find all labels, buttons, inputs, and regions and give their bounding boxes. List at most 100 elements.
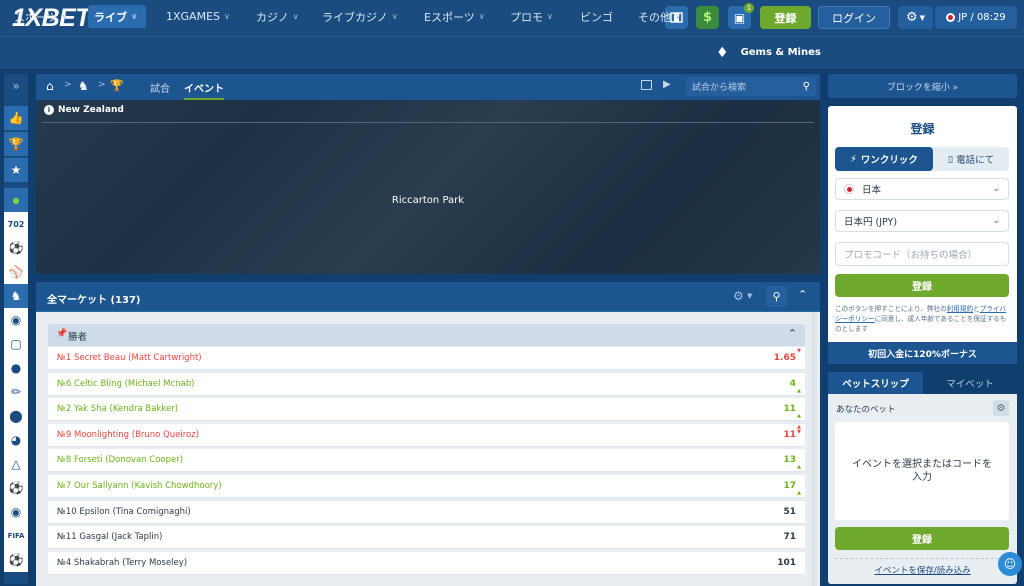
register-button[interactable]: 登録	[760, 6, 811, 29]
currency-select[interactable]: 日本円 (JPY) ⌄	[835, 210, 1009, 232]
runner-odds[interactable]: 11	[783, 430, 796, 440]
phone-icon: ▯	[947, 153, 954, 165]
cricket-icon[interactable]: ✏	[4, 380, 28, 404]
tv-icon[interactable]	[641, 80, 652, 90]
horse-racing-icon[interactable]: ♞	[4, 284, 28, 308]
chat-support-icon[interactable]: ☺	[998, 552, 1022, 576]
runner-odds[interactable]: 11	[783, 404, 796, 414]
soccer-icon[interactable]: ⚽	[4, 548, 28, 572]
market-row[interactable]: №2 Yak Sha (Kendra Bakker) 11 ▲	[48, 398, 805, 422]
nav-item-label: 1XGAMES	[166, 10, 221, 23]
runner-odds[interactable]: 13	[783, 455, 796, 465]
slip-register-button[interactable]: 登録	[835, 527, 1009, 550]
runner-odds[interactable]: 101	[777, 558, 796, 568]
search-placeholder: 試合から検索	[692, 83, 747, 93]
award-icon[interactable]: ★	[4, 158, 28, 182]
tab-phone[interactable]: ▯ 電話にて	[933, 147, 1009, 171]
badminton-icon[interactable]: △	[4, 452, 28, 476]
chevron-down-icon[interactable]: ▼	[747, 292, 752, 300]
handball-icon[interactable]: ◕	[4, 428, 28, 452]
chevron-up-icon[interactable]: ⌃	[788, 327, 797, 340]
tab-one-click[interactable]: ⚡ ワンクリック	[835, 147, 933, 171]
ice-hockey-icon[interactable]: ⬤	[4, 404, 28, 428]
collapse-up-icon[interactable]: ⌃	[798, 288, 807, 301]
market-row[interactable]: №8 Forseti (Donovan Cooper) 13 ▲	[48, 449, 805, 473]
runner-odds[interactable]: 17	[783, 481, 796, 491]
expand-rail-icon[interactable]: »	[4, 74, 28, 98]
market-row[interactable]: №7 Our Sallyann (Kavish Chowdhoory) 17 ▲	[48, 475, 805, 498]
nav-item-1[interactable]: ライブ ∨	[88, 5, 146, 28]
nav-item-2[interactable]: 1XGAMES ∨	[160, 5, 230, 28]
first-deposit-bonus[interactable]: 初回入金に120%ボーナス	[828, 342, 1017, 364]
dollar-icon[interactable]: $	[696, 6, 719, 29]
tennis-icon[interactable]: ⚾	[4, 260, 28, 284]
home-icon[interactable]: ⌂	[46, 79, 54, 93]
settings-button[interactable]: ⚙ ▼	[898, 6, 933, 29]
tab-my-bets[interactable]: マイベット	[923, 372, 1017, 394]
nav-item-6[interactable]: プロモ ∨	[504, 5, 562, 28]
markets-header: 全マーケット (137) ⚙ ▼ ⚲ ⌃	[36, 282, 820, 314]
gift-button[interactable]: ▣ 1	[728, 3, 754, 29]
nav-item-5[interactable]: Eスポーツ ∨	[418, 5, 492, 28]
horse-icon[interactable]: ♞	[78, 79, 89, 93]
nav-item-7[interactable]: ビンゴ	[574, 5, 624, 28]
pin-icon[interactable]: 📌	[56, 329, 67, 339]
terms-of-use-link[interactable]: 利用規約	[947, 305, 973, 313]
gift-badge: 1	[744, 3, 754, 13]
all-markets-title[interactable]: 全マーケット (137)	[47, 291, 141, 314]
scrollbar-track[interactable]	[811, 312, 817, 586]
live-count[interactable]: 702	[4, 212, 28, 236]
country-select[interactable]: 日本 ⌄	[835, 178, 1009, 200]
play-icon[interactable]: ▶	[663, 79, 671, 90]
winner-group-header[interactable]: 📌 勝者 ⌃	[48, 324, 805, 346]
save-load-events-link[interactable]: イベントを保存/読み込み	[828, 564, 1017, 576]
runner-name: №4 Shakabrah (Terry Moseley)	[57, 557, 188, 568]
collapse-block-button[interactable]: ブロックを縮小 »	[828, 74, 1017, 98]
match-search-input[interactable]: 試合から検索 ⚲	[686, 77, 816, 96]
gems-mines-link[interactable]: ♦ Gems & Mines	[716, 41, 821, 64]
search-icon[interactable]: ⚲	[766, 286, 787, 307]
football-icon[interactable]: ⚽	[4, 236, 28, 260]
terms-text: このボタンを押すことにより、弊社の利用規約とプライバシーポリシーに同意し、成人年…	[835, 304, 1011, 334]
market-row[interactable]: №4 Shakabrah (Terry Moseley) 101	[48, 551, 805, 575]
tab-bet-slip[interactable]: ベットスリップ	[828, 372, 923, 394]
trophy-icon[interactable]: 🏆	[110, 79, 124, 92]
volleyball-icon[interactable]: ●	[4, 356, 28, 380]
clock-time: / 08:29	[970, 12, 1006, 23]
gift-icon: ▣	[733, 10, 746, 25]
register-submit-button[interactable]: 登録	[835, 274, 1009, 297]
chevron-down-icon: ∨	[478, 12, 485, 21]
runner-odds[interactable]: 4	[790, 379, 796, 389]
fifa-icon[interactable]: FIFA	[4, 524, 28, 548]
market-row[interactable]: №11 Gasgal (Jack Taplin) 71	[48, 526, 805, 550]
esports-controller-icon[interactable]: ▢	[4, 332, 28, 356]
nav-item-3[interactable]: カジノ ∨	[250, 5, 308, 28]
trophy-icon[interactable]: 🏆	[4, 132, 28, 156]
nav-item-0[interactable]: スポーツ ∨	[8, 5, 78, 28]
nav-item-8[interactable]: その他 ∨	[632, 5, 692, 28]
nav-item-label: カジノ	[256, 10, 289, 24]
runner-odds[interactable]: 51	[783, 507, 796, 517]
thumbs-up-icon[interactable]: 👍	[4, 106, 28, 130]
locale-time-button[interactable]: JP / 08:29	[935, 6, 1017, 29]
market-row[interactable]: №9 Moonlighting (Bruno Queiroz) 11 ▲ ▼	[48, 423, 805, 447]
gear-icon[interactable]: ⚙	[733, 289, 744, 303]
tab-event[interactable]: イベント	[184, 80, 224, 100]
futsal-icon[interactable]: ⚽	[4, 476, 28, 500]
nav-item-4[interactable]: ライブカジノ ∨	[316, 5, 408, 28]
runner-odds[interactable]: 1.65	[774, 353, 796, 363]
market-row[interactable]: №6 Celtic Bling (Michael Mcnab) 4 ▲	[48, 372, 805, 396]
market-row[interactable]: №10 Epsilon (Tina Comignaghi) 51	[48, 500, 805, 524]
table-tennis-icon[interactable]: ◉	[4, 500, 28, 524]
gear-icon[interactable]: ⚙	[993, 400, 1009, 416]
promo-code-input[interactable]: プロモコード（お持ちの場合）	[835, 242, 1009, 266]
runner-odds[interactable]: 71	[783, 532, 796, 542]
odds-trend-arrow-icon: ▲ ▼	[797, 423, 801, 435]
live-dot-icon[interactable]: ●	[4, 188, 28, 212]
market-row[interactable]: №1 Secret Beau (Matt Cartwright) 1.65 ▼	[48, 347, 805, 370]
login-button[interactable]: ログイン	[818, 6, 890, 29]
tab-match[interactable]: 試合	[150, 80, 170, 95]
basketball-icon[interactable]: ◉	[4, 308, 28, 332]
registration-panel: 登録 ⚡ ワンクリック ▯ 電話にて 日本 ⌄ 日本円 (JPY) ⌄ プロモコード…	[828, 106, 1017, 364]
nav-item-label: ライブカジノ	[322, 10, 388, 24]
